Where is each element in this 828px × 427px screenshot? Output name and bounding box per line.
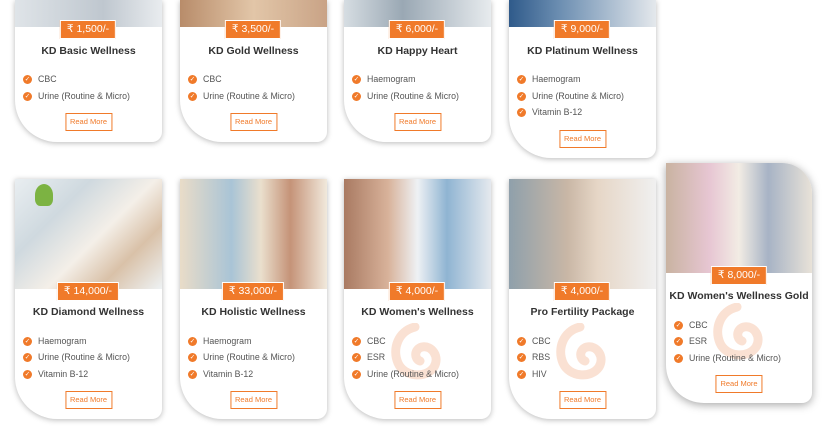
- read-more-button[interactable]: Read More: [229, 113, 278, 131]
- package-title: KD Happy Heart: [377, 45, 458, 57]
- price-badge: ₹ 3,500/-: [224, 20, 282, 39]
- check-circle-icon: ✓: [352, 74, 361, 84]
- check-circle-icon: ✓: [517, 369, 526, 379]
- plant-icon: [35, 184, 53, 206]
- read-more-button[interactable]: Read More: [64, 113, 113, 131]
- check-circle-icon: ✓: [23, 336, 32, 346]
- check-circle-icon: ✓: [188, 369, 197, 379]
- package-card-diamond-wellness[interactable]: ₹ 14,000/- KD Diamond Wellness ✓ Haemogra…: [15, 179, 162, 419]
- feature-item: ✓ RBS: [517, 352, 551, 362]
- feature-item: ✓ Urine (Routine & Micro): [352, 369, 459, 379]
- package-card-holistic-wellness[interactable]: ₹ 33,000/- KD Holistic Wellness ✓ Haemogr…: [180, 179, 327, 419]
- feature-item: ✓ Urine (Routine & Micro): [23, 352, 130, 362]
- feature-item: ✓ Haemogram: [517, 74, 581, 84]
- check-circle-icon: ✓: [188, 74, 197, 84]
- check-circle-icon: ✓: [188, 91, 197, 101]
- feature-item: ✓ CBC: [517, 336, 551, 346]
- package-image: [509, 179, 656, 289]
- feature-item: ✓ CBC: [23, 74, 57, 84]
- feature-item: ✓ CBC: [674, 320, 708, 330]
- check-circle-icon: ✓: [517, 91, 526, 101]
- check-circle-icon: ✓: [23, 369, 32, 379]
- feature-item: ✓ Urine (Routine & Micro): [23, 91, 130, 101]
- check-circle-icon: ✓: [517, 352, 526, 362]
- feature-item: ✓ Urine (Routine & Micro): [674, 353, 781, 363]
- price-badge: ₹ 4,000/-: [388, 282, 446, 301]
- package-image: [344, 179, 491, 289]
- feature-item: ✓ Urine (Routine & Micro): [517, 91, 624, 101]
- feature-item: ✓ CBC: [188, 74, 222, 84]
- feature-item: ✓ Vitamin B-12: [188, 369, 254, 379]
- price-badge: ₹ 6,000/-: [388, 20, 446, 39]
- check-circle-icon: ✓: [188, 336, 197, 346]
- check-circle-icon: ✓: [23, 352, 32, 362]
- feature-item: ✓ ESR: [352, 352, 386, 362]
- check-circle-icon: ✓: [517, 336, 526, 346]
- feature-item: ✓ Vitamin B-12: [517, 107, 583, 117]
- read-more-button[interactable]: Read More: [558, 391, 607, 409]
- feature-item: ✓ Haemogram: [188, 336, 252, 346]
- package-card-gold-wellness[interactable]: ₹ 3,500/- KD Gold Wellness ✓ CBC ✓ Urine (…: [180, 0, 327, 142]
- package-title: KD Women's Wellness Gold: [669, 290, 809, 302]
- package-card-pro-fertility[interactable]: ₹ 4,000/- Pro Fertility Package ✓ CBC ✓ RB…: [509, 179, 656, 419]
- feature-item: ✓ Haemogram: [23, 336, 87, 346]
- package-title: KD Gold Wellness: [208, 45, 299, 57]
- feature-item: ✓ Urine (Routine & Micro): [188, 91, 295, 101]
- read-more-button[interactable]: Read More: [64, 391, 113, 409]
- package-title: KD Women's Wellness: [361, 306, 474, 318]
- package-title: KD Basic Wellness: [41, 45, 136, 57]
- package-image: [15, 179, 162, 289]
- check-circle-icon: ✓: [352, 91, 361, 101]
- package-title: Pro Fertility Package: [530, 306, 635, 318]
- price-badge: ₹ 33,000/-: [221, 282, 285, 301]
- package-card-happy-heart[interactable]: ₹ 6,000/- KD Happy Heart ✓ Haemogram ✓ Uri…: [344, 0, 491, 142]
- read-more-button[interactable]: Read More: [715, 375, 763, 393]
- check-circle-icon: ✓: [23, 91, 32, 101]
- check-circle-icon: ✓: [188, 352, 197, 362]
- package-title: KD Holistic Wellness: [201, 306, 306, 318]
- package-title: KD Diamond Wellness: [32, 306, 145, 318]
- price-badge: ₹ 9,000/-: [553, 20, 611, 39]
- read-more-button[interactable]: Read More: [393, 113, 442, 131]
- check-circle-icon: ✓: [352, 352, 361, 362]
- read-more-button[interactable]: Read More: [558, 130, 607, 148]
- check-circle-icon: ✓: [23, 74, 32, 84]
- check-circle-icon: ✓: [674, 320, 683, 330]
- read-more-button[interactable]: Read More: [393, 391, 442, 409]
- feature-item: ✓ Haemogram: [352, 74, 416, 84]
- price-badge: ₹ 4,000/-: [553, 282, 611, 301]
- price-badge: ₹ 14,000/-: [56, 282, 120, 301]
- check-circle-icon: ✓: [674, 336, 683, 346]
- feature-item: ✓ ESR: [674, 336, 708, 346]
- read-more-button[interactable]: Read More: [229, 391, 278, 409]
- feature-item: ✓ Vitamin B-12: [23, 369, 89, 379]
- package-title: KD Platinum Wellness: [527, 45, 638, 57]
- package-card-womens-wellness[interactable]: ₹ 4,000/- KD Women's Wellness ✓ CBC ✓ ESR …: [344, 179, 491, 419]
- price-badge: ₹ 1,500/-: [59, 20, 117, 39]
- check-circle-icon: ✓: [517, 74, 526, 84]
- check-circle-icon: ✓: [352, 336, 361, 346]
- feature-item: ✓ Urine (Routine & Micro): [352, 91, 459, 101]
- price-badge: ₹ 8,000/-: [710, 266, 768, 285]
- check-circle-icon: ✓: [517, 107, 526, 117]
- package-image: [180, 179, 327, 289]
- feature-item: ✓ HIV: [517, 369, 547, 379]
- package-image: [666, 163, 812, 273]
- package-card-womens-wellness-gold[interactable]: ₹ 8,000/- KD Women's Wellness Gold ✓ CBC …: [666, 163, 812, 403]
- feature-item: ✓ Urine (Routine & Micro): [188, 352, 295, 362]
- package-card-platinum-wellness[interactable]: ₹ 9,000/- KD Platinum Wellness ✓ Haemogra…: [509, 0, 656, 158]
- package-card-basic-wellness[interactable]: ₹ 1,500/- KD Basic Wellness ✓ CBC ✓ Urine …: [15, 0, 162, 142]
- check-circle-icon: ✓: [352, 369, 361, 379]
- check-circle-icon: ✓: [674, 353, 683, 363]
- feature-item: ✓ CBC: [352, 336, 386, 346]
